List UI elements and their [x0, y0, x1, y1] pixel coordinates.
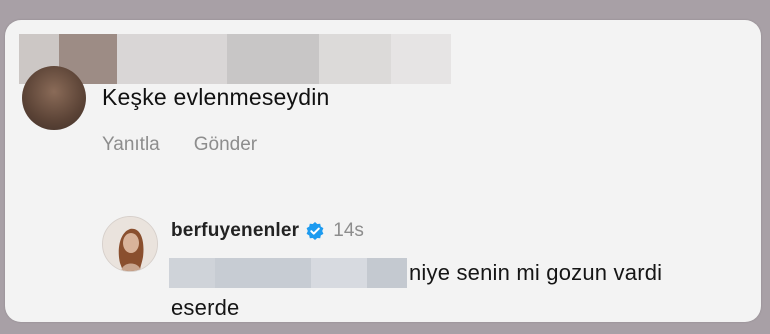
send-button[interactable]: Gönder	[194, 134, 257, 156]
reply-text-line-1: niye senin mi gozun vardi	[409, 260, 663, 285]
comment-text: Keşke evlenmeseydin	[102, 84, 330, 110]
reply-text-line-2: eserde	[171, 295, 240, 320]
avatar[interactable]	[22, 66, 86, 130]
redacted-username	[19, 34, 451, 84]
comment-card: Keşke evlenmeseydin Yanıtla Gönder berfu…	[5, 20, 761, 322]
reply-timestamp: 14s	[333, 220, 364, 241]
profile-photo-icon	[103, 217, 157, 271]
reply-avatar[interactable]	[102, 216, 158, 272]
redacted-mention	[169, 258, 407, 288]
reply-button[interactable]: Yanıtla	[102, 134, 160, 156]
comment-actions: Yanıtla Gönder	[102, 134, 257, 156]
verified-badge-icon	[305, 221, 325, 241]
reply-header: berfuyenenler 14s	[171, 220, 364, 242]
reply-username[interactable]: berfuyenenler	[171, 220, 299, 242]
